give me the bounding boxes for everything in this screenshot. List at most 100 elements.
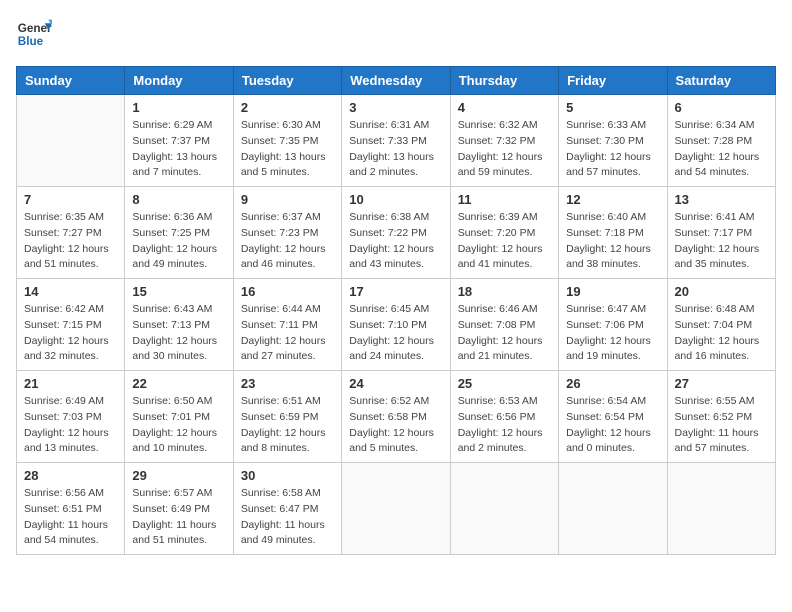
svg-text:Blue: Blue: [18, 35, 44, 48]
day-info: Sunrise: 6:33 AM Sunset: 7:30 PM Dayligh…: [566, 118, 659, 181]
calendar-week-3: 14 Sunrise: 6:42 AM Sunset: 7:15 PM Dayli…: [17, 279, 776, 371]
calendar-cell: 11Sunrise: 6:39 AM Sunset: 7:20 PM Dayli…: [450, 187, 558, 279]
day-info: Sunrise: 6:42 AM Sunset: 7:15 PM Dayligh…: [24, 302, 117, 365]
calendar-cell: 25 Sunrise: 6:53 AM Sunset: 6:56 PM Dayli…: [450, 371, 558, 463]
day-number: 12: [566, 192, 659, 207]
day-info: Sunrise: 6:35 AM Sunset: 7:27 PM Dayligh…: [24, 210, 117, 273]
calendar-week-4: 21Sunrise: 6:49 AM Sunset: 7:03 PM Dayli…: [17, 371, 776, 463]
day-info: Sunrise: 6:57 AM Sunset: 6:49 PM Dayligh…: [132, 486, 225, 549]
day-number: 28: [24, 468, 117, 483]
logo: General Blue: [16, 16, 56, 52]
day-number: 23: [241, 376, 334, 391]
day-info: Sunrise: 6:50 AM Sunset: 7:01 PM Dayligh…: [132, 394, 225, 457]
day-number: 2: [241, 100, 334, 115]
calendar-cell: 10Sunrise: 6:38 AM Sunset: 7:22 PM Dayli…: [342, 187, 450, 279]
calendar-cell: 29 Sunrise: 6:57 AM Sunset: 6:49 PM Dayli…: [125, 463, 233, 555]
day-info: Sunrise: 6:52 AM Sunset: 6:58 PM Dayligh…: [349, 394, 442, 457]
day-number: 19: [566, 284, 659, 299]
day-info: Sunrise: 6:54 AM Sunset: 6:54 PM Dayligh…: [566, 394, 659, 457]
day-info: Sunrise: 6:48 AM Sunset: 7:04 PM Dayligh…: [675, 302, 768, 365]
day-number: 8: [132, 192, 225, 207]
calendar-cell: 13 Sunrise: 6:41 AM Sunset: 7:17 PM Dayli…: [667, 187, 775, 279]
day-info: Sunrise: 6:45 AM Sunset: 7:10 PM Dayligh…: [349, 302, 442, 365]
day-info: Sunrise: 6:29 AM Sunset: 7:37 PM Dayligh…: [132, 118, 225, 181]
calendar-cell: 12 Sunrise: 6:40 AM Sunset: 7:18 PM Dayli…: [559, 187, 667, 279]
day-number: 16: [241, 284, 334, 299]
calendar-cell: [342, 463, 450, 555]
weekday-header-friday: Friday: [559, 67, 667, 95]
day-number: 6: [675, 100, 768, 115]
calendar-cell: 4 Sunrise: 6:32 AM Sunset: 7:32 PM Daylig…: [450, 95, 558, 187]
day-number: 27: [675, 376, 768, 391]
calendar-cell: 20 Sunrise: 6:48 AM Sunset: 7:04 PM Dayli…: [667, 279, 775, 371]
day-info: Sunrise: 6:51 AM Sunset: 6:59 PM Dayligh…: [241, 394, 334, 457]
calendar-cell: 9 Sunrise: 6:37 AM Sunset: 7:23 PM Daylig…: [233, 187, 341, 279]
day-number: 10: [349, 192, 442, 207]
calendar-cell: 21Sunrise: 6:49 AM Sunset: 7:03 PM Dayli…: [17, 371, 125, 463]
day-info: Sunrise: 6:49 AM Sunset: 7:03 PM Dayligh…: [24, 394, 117, 457]
calendar-cell: 30 Sunrise: 6:58 AM Sunset: 6:47 PM Dayli…: [233, 463, 341, 555]
day-number: 5: [566, 100, 659, 115]
day-info: Sunrise: 6:53 AM Sunset: 6:56 PM Dayligh…: [458, 394, 551, 457]
day-number: 7: [24, 192, 117, 207]
calendar-cell: 23 Sunrise: 6:51 AM Sunset: 6:59 PM Dayli…: [233, 371, 341, 463]
day-info: Sunrise: 6:58 AM Sunset: 6:47 PM Dayligh…: [241, 486, 334, 549]
day-number: 1: [132, 100, 225, 115]
day-info: Sunrise: 6:56 AM Sunset: 6:51 PM Dayligh…: [24, 486, 117, 549]
day-number: 22: [132, 376, 225, 391]
calendar-cell: 17 Sunrise: 6:45 AM Sunset: 7:10 PM Dayli…: [342, 279, 450, 371]
logo-icon: General Blue: [16, 16, 52, 52]
calendar-cell: 2 Sunrise: 6:30 AM Sunset: 7:35 PM Daylig…: [233, 95, 341, 187]
day-number: 14: [24, 284, 117, 299]
day-info: Sunrise: 6:36 AM Sunset: 7:25 PM Dayligh…: [132, 210, 225, 273]
calendar-cell: 27Sunrise: 6:55 AM Sunset: 6:52 PM Dayli…: [667, 371, 775, 463]
day-info: Sunrise: 6:44 AM Sunset: 7:11 PM Dayligh…: [241, 302, 334, 365]
calendar-cell: 26 Sunrise: 6:54 AM Sunset: 6:54 PM Dayli…: [559, 371, 667, 463]
calendar-cell: 16 Sunrise: 6:44 AM Sunset: 7:11 PM Dayli…: [233, 279, 341, 371]
day-info: Sunrise: 6:30 AM Sunset: 7:35 PM Dayligh…: [241, 118, 334, 181]
calendar-cell: 14 Sunrise: 6:42 AM Sunset: 7:15 PM Dayli…: [17, 279, 125, 371]
day-number: 25: [458, 376, 551, 391]
calendar-week-1: 1 Sunrise: 6:29 AM Sunset: 7:37 PM Daylig…: [17, 95, 776, 187]
calendar-cell: 15Sunrise: 6:43 AM Sunset: 7:13 PM Dayli…: [125, 279, 233, 371]
calendar-cell: 8 Sunrise: 6:36 AM Sunset: 7:25 PM Daylig…: [125, 187, 233, 279]
calendar-cell: [667, 463, 775, 555]
calendar-cell: 1 Sunrise: 6:29 AM Sunset: 7:37 PM Daylig…: [125, 95, 233, 187]
day-info: Sunrise: 6:32 AM Sunset: 7:32 PM Dayligh…: [458, 118, 551, 181]
calendar-cell: 19 Sunrise: 6:47 AM Sunset: 7:06 PM Dayli…: [559, 279, 667, 371]
calendar-cell: 24Sunrise: 6:52 AM Sunset: 6:58 PM Dayli…: [342, 371, 450, 463]
day-number: 26: [566, 376, 659, 391]
day-info: Sunrise: 6:39 AM Sunset: 7:20 PM Dayligh…: [458, 210, 551, 273]
day-number: 9: [241, 192, 334, 207]
day-info: Sunrise: 6:41 AM Sunset: 7:17 PM Dayligh…: [675, 210, 768, 273]
day-info: Sunrise: 6:40 AM Sunset: 7:18 PM Dayligh…: [566, 210, 659, 273]
calendar-cell: 6 Sunrise: 6:34 AM Sunset: 7:28 PM Daylig…: [667, 95, 775, 187]
day-info: Sunrise: 6:34 AM Sunset: 7:28 PM Dayligh…: [675, 118, 768, 181]
day-number: 17: [349, 284, 442, 299]
page-header: General Blue: [16, 16, 776, 52]
calendar-week-5: 28 Sunrise: 6:56 AM Sunset: 6:51 PM Dayli…: [17, 463, 776, 555]
day-number: 13: [675, 192, 768, 207]
day-number: 29: [132, 468, 225, 483]
day-number: 30: [241, 468, 334, 483]
day-info: Sunrise: 6:37 AM Sunset: 7:23 PM Dayligh…: [241, 210, 334, 273]
day-info: Sunrise: 6:47 AM Sunset: 7:06 PM Dayligh…: [566, 302, 659, 365]
day-info: Sunrise: 6:31 AM Sunset: 7:33 PM Dayligh…: [349, 118, 442, 181]
day-number: 20: [675, 284, 768, 299]
day-number: 15: [132, 284, 225, 299]
calendar-cell: [559, 463, 667, 555]
calendar-cell: 22 Sunrise: 6:50 AM Sunset: 7:01 PM Dayli…: [125, 371, 233, 463]
calendar-header-row: SundayMondayTuesdayWednesdayThursdayFrid…: [17, 67, 776, 95]
calendar-cell: [450, 463, 558, 555]
weekday-header-saturday: Saturday: [667, 67, 775, 95]
calendar-cell: [17, 95, 125, 187]
weekday-header-sunday: Sunday: [17, 67, 125, 95]
day-number: 3: [349, 100, 442, 115]
weekday-header-tuesday: Tuesday: [233, 67, 341, 95]
calendar-cell: 7 Sunrise: 6:35 AM Sunset: 7:27 PM Daylig…: [17, 187, 125, 279]
weekday-header-monday: Monday: [125, 67, 233, 95]
day-number: 4: [458, 100, 551, 115]
calendar-table: SundayMondayTuesdayWednesdayThursdayFrid…: [16, 66, 776, 555]
calendar-week-2: 7 Sunrise: 6:35 AM Sunset: 7:27 PM Daylig…: [17, 187, 776, 279]
weekday-header-thursday: Thursday: [450, 67, 558, 95]
